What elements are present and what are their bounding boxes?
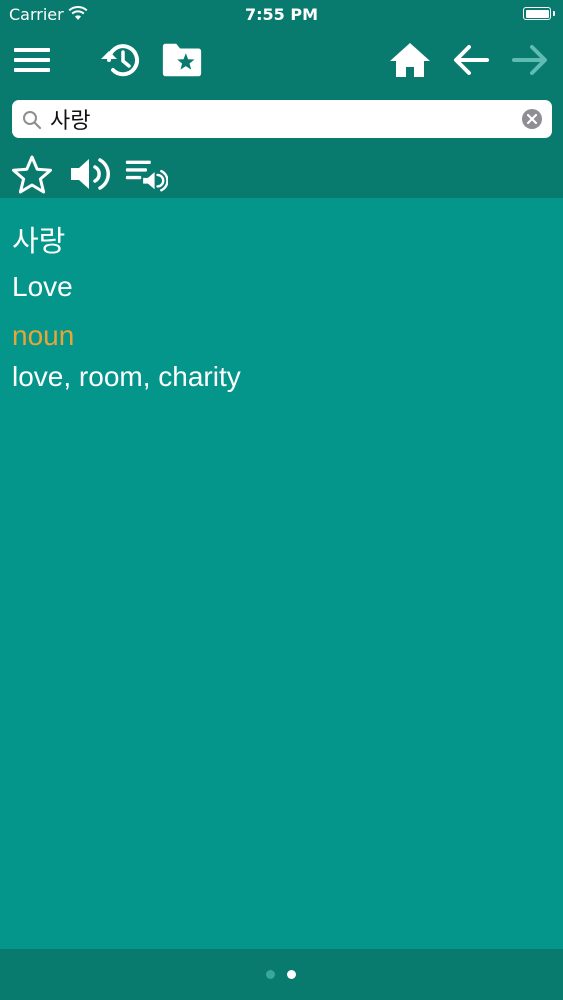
search-input[interactable] — [50, 104, 510, 134]
speaker-icon — [71, 158, 110, 190]
home-icon — [390, 43, 430, 77]
page-indicator-dot-2[interactable] — [287, 970, 296, 979]
translation: Love — [12, 271, 73, 302]
battery-icon — [523, 7, 555, 20]
forward-arrow-icon — [512, 45, 547, 75]
search-bar[interactable] — [12, 100, 552, 138]
playlist-audio-icon — [125, 160, 168, 192]
bottom-bar — [0, 949, 563, 1000]
menu-icon — [14, 48, 50, 72]
headword: 사랑 — [12, 224, 66, 258]
home-button[interactable] — [388, 38, 432, 82]
back-button[interactable] — [449, 38, 493, 82]
page-indicator-dot-1[interactable] — [266, 970, 275, 979]
meanings: love, room, charity — [12, 361, 241, 392]
favorite-button[interactable] — [10, 154, 54, 194]
favorites-folder-button[interactable] — [160, 38, 204, 82]
play-all-button[interactable] — [124, 154, 168, 194]
history-icon — [101, 44, 139, 77]
favorites-folder-icon — [162, 43, 202, 77]
menu-button[interactable] — [10, 38, 54, 82]
clear-search-icon[interactable] — [522, 109, 542, 129]
forward-button[interactable] — [508, 38, 552, 82]
search-icon — [23, 111, 42, 130]
clock: 7:55 PM — [244, 5, 318, 24]
pronounce-button[interactable] — [68, 154, 112, 194]
part-of-speech: noun — [12, 320, 75, 351]
status-bar: Carrier 7:55 PM — [0, 0, 563, 30]
back-arrow-icon — [454, 45, 489, 75]
star-icon — [12, 155, 52, 194]
history-button[interactable] — [99, 38, 143, 82]
